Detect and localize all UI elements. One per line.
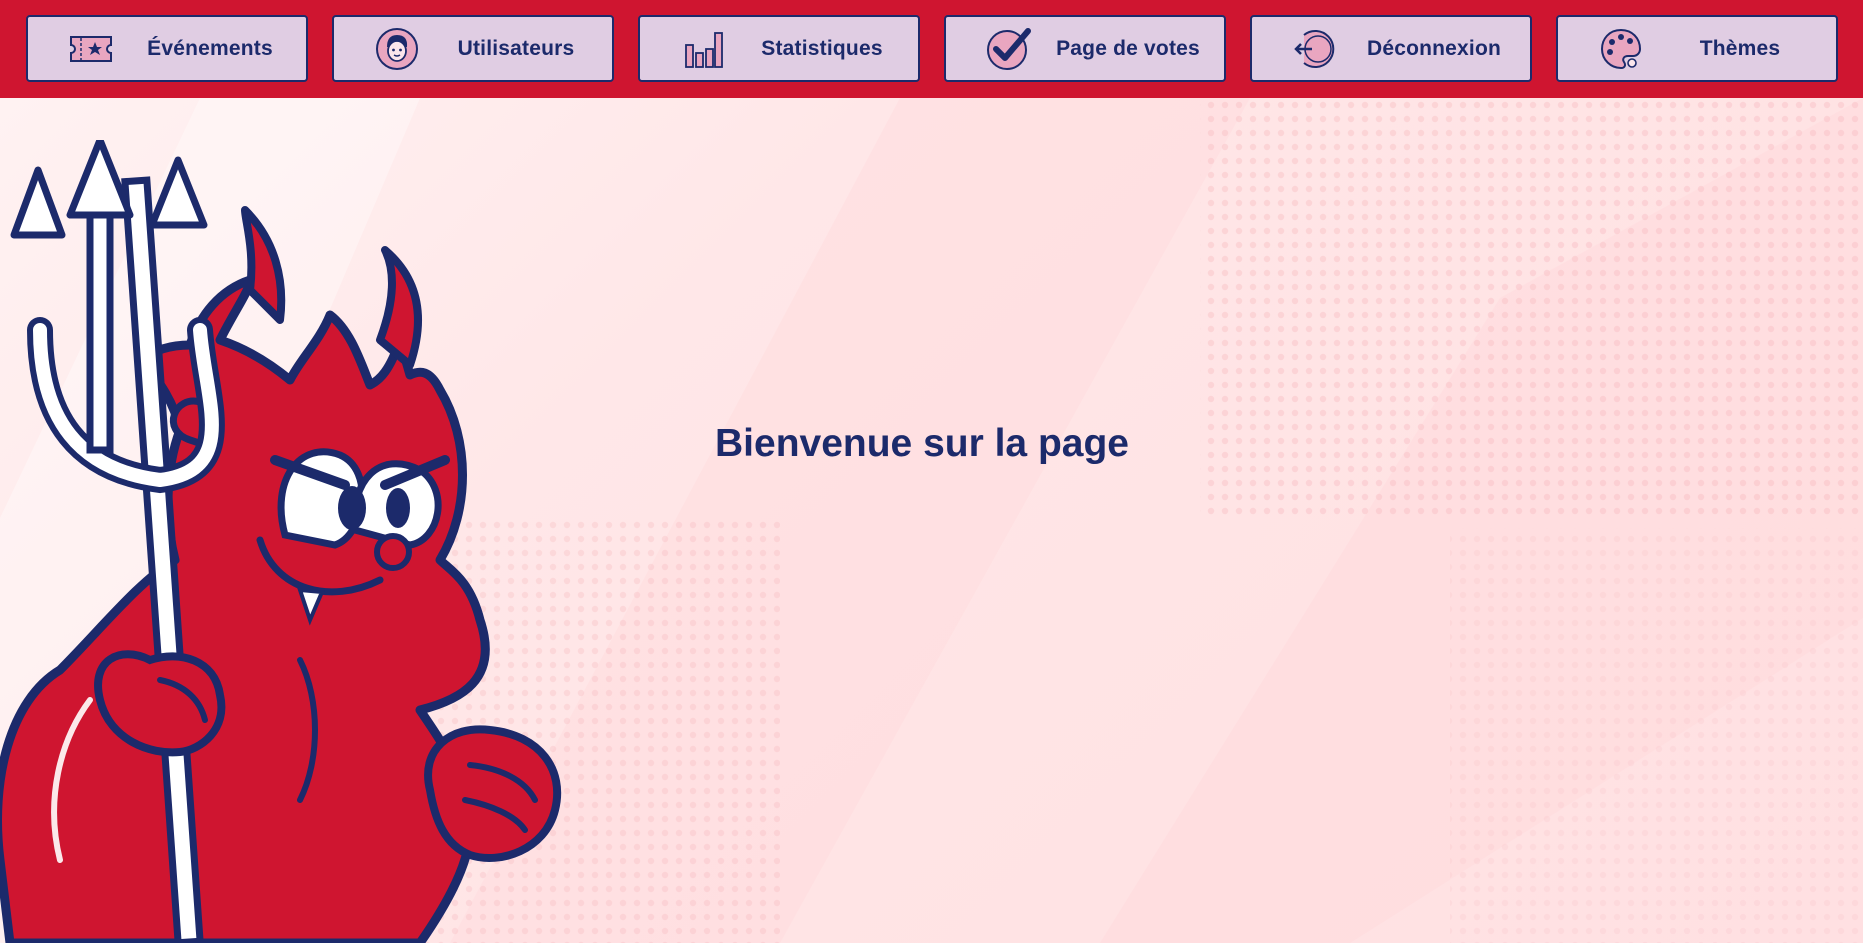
nav-button-page-de-votes[interactable]: Page de votes: [944, 15, 1226, 82]
nav-button-evenements[interactable]: Événements: [26, 15, 308, 82]
nav-label-utilisateurs: Utilisateurs: [457, 36, 575, 60]
bar-chart-icon: [680, 26, 726, 72]
nav-label-deconnexion: Déconnexion: [1366, 36, 1502, 60]
palette-icon: [1598, 26, 1644, 72]
page: Événements Utilisateurs Statistiques Pag…: [0, 0, 1863, 943]
welcome-heading: Bienvenue sur la page: [715, 422, 1129, 465]
nav-button-themes[interactable]: Thèmes: [1556, 15, 1838, 82]
top-navbar: Événements Utilisateurs Statistiques Pag…: [0, 0, 1863, 98]
nav-button-statistiques[interactable]: Statistiques: [638, 15, 920, 82]
nav-label-statistiques: Statistiques: [761, 36, 883, 60]
nav-label-evenements: Événements: [147, 36, 273, 60]
nav-label-page-de-votes: Page de votes: [1056, 36, 1200, 60]
user-face-icon: [374, 26, 420, 72]
nav-label-themes: Thèmes: [1699, 36, 1781, 60]
ticket-icon: [68, 26, 114, 72]
nav-button-utilisateurs[interactable]: Utilisateurs: [332, 15, 614, 82]
checkmark-icon: [986, 26, 1032, 72]
nav-button-deconnexion[interactable]: Déconnexion: [1250, 15, 1532, 82]
devil-mascot: [0, 140, 562, 943]
logout-icon: [1292, 26, 1338, 72]
